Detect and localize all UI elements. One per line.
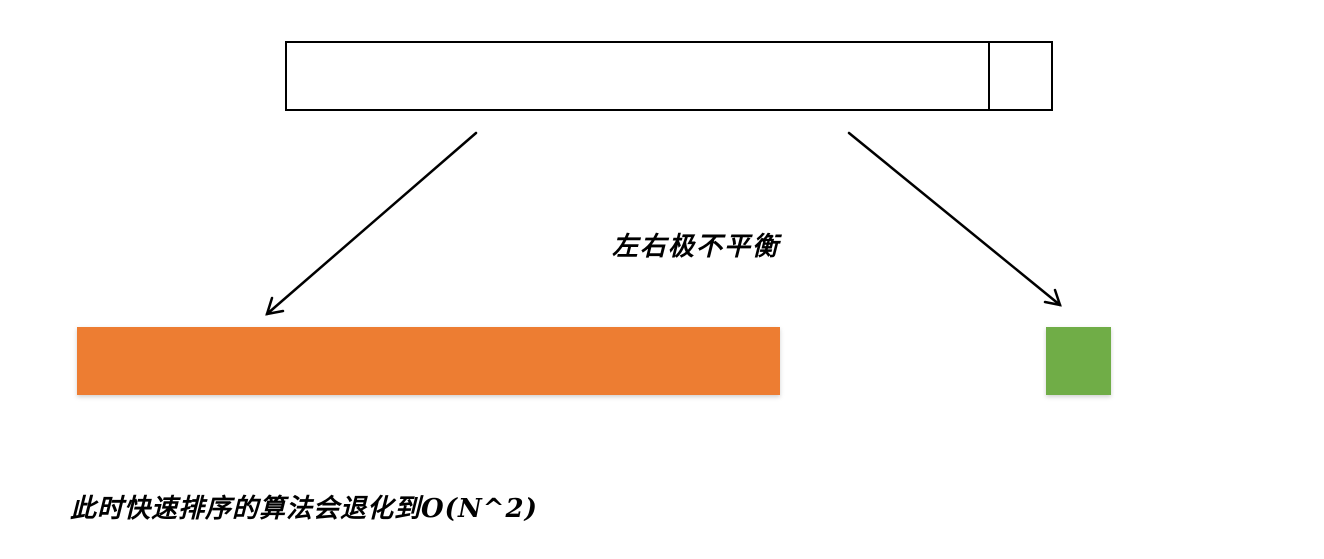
unbalanced-label: 左右极不平衡 — [612, 232, 781, 262]
left-arrow — [265, 131, 478, 316]
quicksort-diagram — [77, 41, 1111, 395]
left-partition-bar — [77, 327, 780, 395]
right-arrow-shaft — [847, 131, 1062, 307]
original-array — [285, 41, 1053, 111]
array-pivot-segment — [988, 41, 1053, 111]
right-arrow — [847, 131, 1062, 307]
array-main-segment — [285, 41, 990, 111]
degrade-label: 此时快速排序的算法会退化到O(N^2) — [70, 494, 538, 524]
right-partition-bar — [1046, 327, 1111, 395]
left-arrow-shaft — [265, 131, 478, 316]
